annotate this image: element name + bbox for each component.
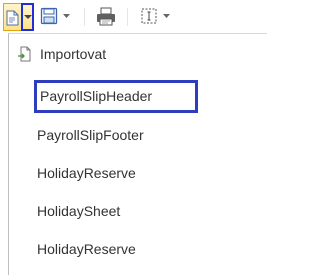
menu-item-holiday-reserve[interactable]: HolidayReserve [9, 158, 268, 188]
import-split-button[interactable] [3, 3, 21, 31]
report-designer-screenshot: Importovat PayrollSlipHeader PayrollSlip… [0, 0, 267, 275]
menu-item-import[interactable]: Importovat [9, 39, 268, 69]
chevron-down-icon [163, 14, 170, 18]
menu-item-holiday-reserve[interactable]: HolidayReserve [9, 234, 268, 264]
select-area-icon [141, 8, 157, 24]
menu-item-payroll-slip-header[interactable]: PayrollSlipHeader [34, 80, 198, 113]
chevron-down-icon [63, 14, 70, 18]
toolbar-separator [84, 8, 85, 26]
toolbar [0, 0, 267, 34]
menu-item-label: PayrollSlipHeader [40, 88, 153, 104]
import-file-icon [18, 46, 31, 62]
select-dropdown-arrow[interactable] [163, 14, 170, 19]
menu-item-label: HolidaySheet [37, 203, 121, 219]
print-icon [97, 7, 115, 26]
save-icon [40, 7, 58, 25]
import-dropdown-arrow[interactable] [21, 3, 34, 31]
menu-item-label: HolidayReserve [37, 165, 136, 181]
menu-item-label: HolidayReserve [37, 241, 136, 257]
save-button[interactable] [40, 7, 58, 25]
menu-item-label: PayrollSlipFooter [37, 127, 144, 143]
toolbar-separator [127, 8, 128, 26]
menu-item-holiday-sheet[interactable]: HolidaySheet [9, 196, 268, 226]
save-dropdown-arrow[interactable] [63, 14, 70, 19]
import-dropdown-menu: Importovat PayrollSlipHeader PayrollSlip… [8, 33, 267, 275]
print-button[interactable] [96, 7, 116, 26]
select-area-button[interactable] [140, 7, 158, 25]
chevron-down-icon [24, 15, 32, 19]
import-icon [6, 10, 19, 26]
menu-item-label: Importovat [40, 46, 107, 62]
menu-item-payroll-slip-footer[interactable]: PayrollSlipFooter [9, 120, 268, 150]
